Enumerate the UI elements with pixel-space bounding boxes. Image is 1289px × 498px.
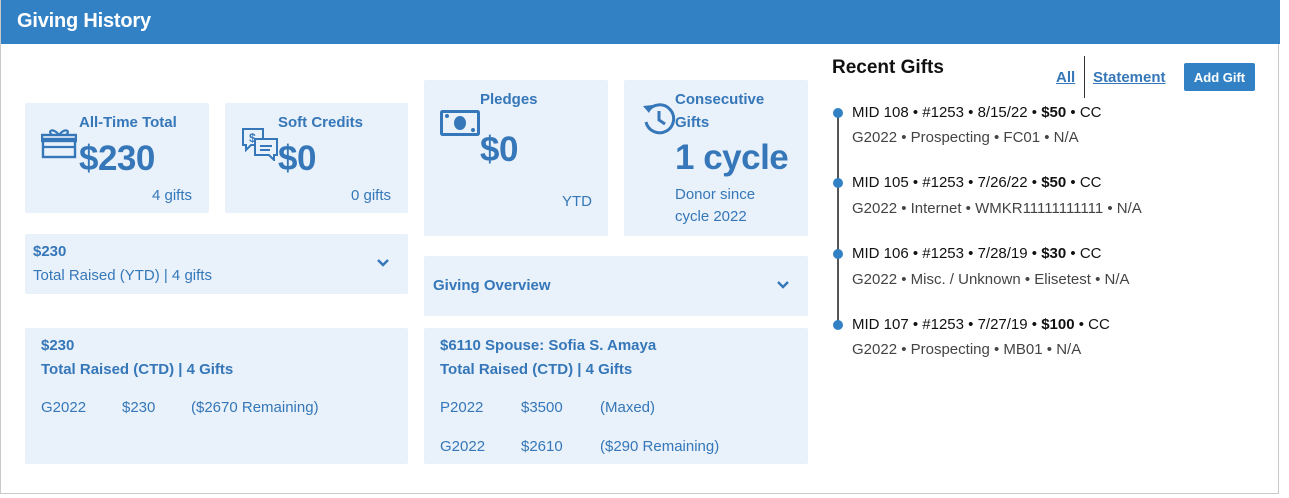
pledges-period: YTD [562, 193, 592, 210]
gift-details: G2022 • Misc. / Unknown • Elisetest • N/… [852, 271, 1130, 288]
pledges-card: Pledges $0 YTD [424, 80, 608, 236]
ytd-total-expander[interactable]: $230 Total Raised (YTD) | 4 gifts [25, 234, 408, 294]
consecutive-gifts-value: 1 cycle [675, 138, 789, 177]
history-icon [643, 103, 676, 135]
ctd-self-row-status: ($2670 Remaining) [191, 399, 319, 416]
chat-dollar-icon: $ [242, 128, 278, 161]
gift-details: G2022 • Prospecting • FC01 • N/A [852, 129, 1079, 146]
ctd-spouse-row-status: ($290 Remaining) [600, 438, 720, 455]
cash-icon [440, 110, 480, 136]
consecutive-gifts-label-line2: Gifts [675, 114, 710, 131]
ctd-spouse-row-cycle: P2022 [440, 399, 484, 416]
ctd-spouse-row-amount: $2610 [521, 438, 563, 455]
ctd-spouse-row-status: (Maxed) [600, 399, 656, 416]
link-divider [1084, 56, 1085, 98]
gift-summary: MID 107 • #1253 • 7/27/19 • $100 • CC [852, 316, 1110, 333]
giving-overview-expander[interactable]: Giving Overview [424, 256, 808, 316]
soft-credits-card: $ Soft Credits $0 0 gifts [225, 103, 408, 213]
ytd-amount: $230 [33, 243, 67, 260]
add-gift-button[interactable]: Add Gift [1184, 63, 1255, 91]
statement-link[interactable]: Statement [1093, 69, 1166, 86]
chevron-down-icon[interactable] [376, 258, 390, 268]
all-time-total-count: 4 gifts [151, 187, 192, 204]
ctd-spouse-amount: $6110 Spouse: Sofia S. Amaya [440, 337, 657, 354]
pledges-label: Pledges [480, 91, 538, 108]
gift-details: G2022 • Prospecting • MB01 • N/A [852, 341, 1082, 358]
panel-title: Giving History [17, 10, 151, 32]
gift-summary: MID 106 • #1253 • 7/28/19 • $30 • CC [852, 245, 1102, 262]
ctd-spouse-row-cycle: G2022 [440, 438, 486, 455]
timeline-dot [833, 108, 843, 118]
giving-history-panel: Giving History All-Time Total $230 4 gif… [0, 0, 1280, 494]
ctd-self-row-cycle: G2022 [41, 399, 87, 416]
gift-details: G2022 • Internet • WMKR11111111111 • N/A [852, 200, 1142, 217]
ctd-self-row-amount: $230 [122, 399, 156, 416]
gift-icon [41, 129, 77, 159]
ctd-self-amount: $230 [41, 337, 75, 354]
consecutive-gifts-card: Consecutive Gifts 1 cycle Donor since cy… [624, 80, 808, 236]
ytd-summary: Total Raised (YTD) | 4 gifts [33, 267, 212, 284]
gift-summary: MID 108 • #1253 • 8/15/22 • $50 • CC [852, 104, 1102, 121]
donor-since-line2: cycle 2022 [675, 208, 747, 225]
soft-credits-value: $0 [278, 139, 316, 178]
timeline-dot [833, 320, 843, 330]
soft-credits-label: Soft Credits [278, 114, 364, 131]
ctd-spouse-card: $6110 Spouse: Sofia S. Amaya Total Raise… [424, 328, 808, 464]
panel-header: Giving History [1, 0, 1280, 44]
pledges-value: $0 [480, 130, 518, 169]
timeline-dot [833, 249, 843, 259]
all-gifts-link[interactable]: All [1056, 69, 1075, 86]
ctd-self-card: $230 Total Raised (CTD) | 4 Gifts G2022 … [25, 328, 408, 464]
timeline-line [837, 113, 839, 325]
consecutive-gifts-label-line1: Consecutive [675, 91, 765, 108]
timeline-dot [833, 178, 843, 188]
all-time-total-card: All-Time Total $230 4 gifts [25, 103, 209, 213]
giving-overview-label: Giving Overview [433, 277, 551, 294]
ctd-spouse-row-amount: $3500 [521, 399, 563, 416]
ctd-spouse-summary: Total Raised (CTD) | 4 Gifts [440, 361, 633, 378]
donor-since-line1: Donor since [675, 186, 756, 203]
soft-credits-count: 0 gifts [350, 187, 391, 204]
gift-summary: MID 105 • #1253 • 7/26/22 • $50 • CC [852, 174, 1102, 191]
all-time-total-label: All-Time Total [79, 114, 177, 131]
chevron-down-icon[interactable] [776, 280, 790, 290]
ctd-self-summary: Total Raised (CTD) | 4 Gifts [41, 361, 234, 378]
recent-gifts-title: Recent Gifts [832, 57, 944, 78]
all-time-total-value: $230 [79, 139, 155, 178]
